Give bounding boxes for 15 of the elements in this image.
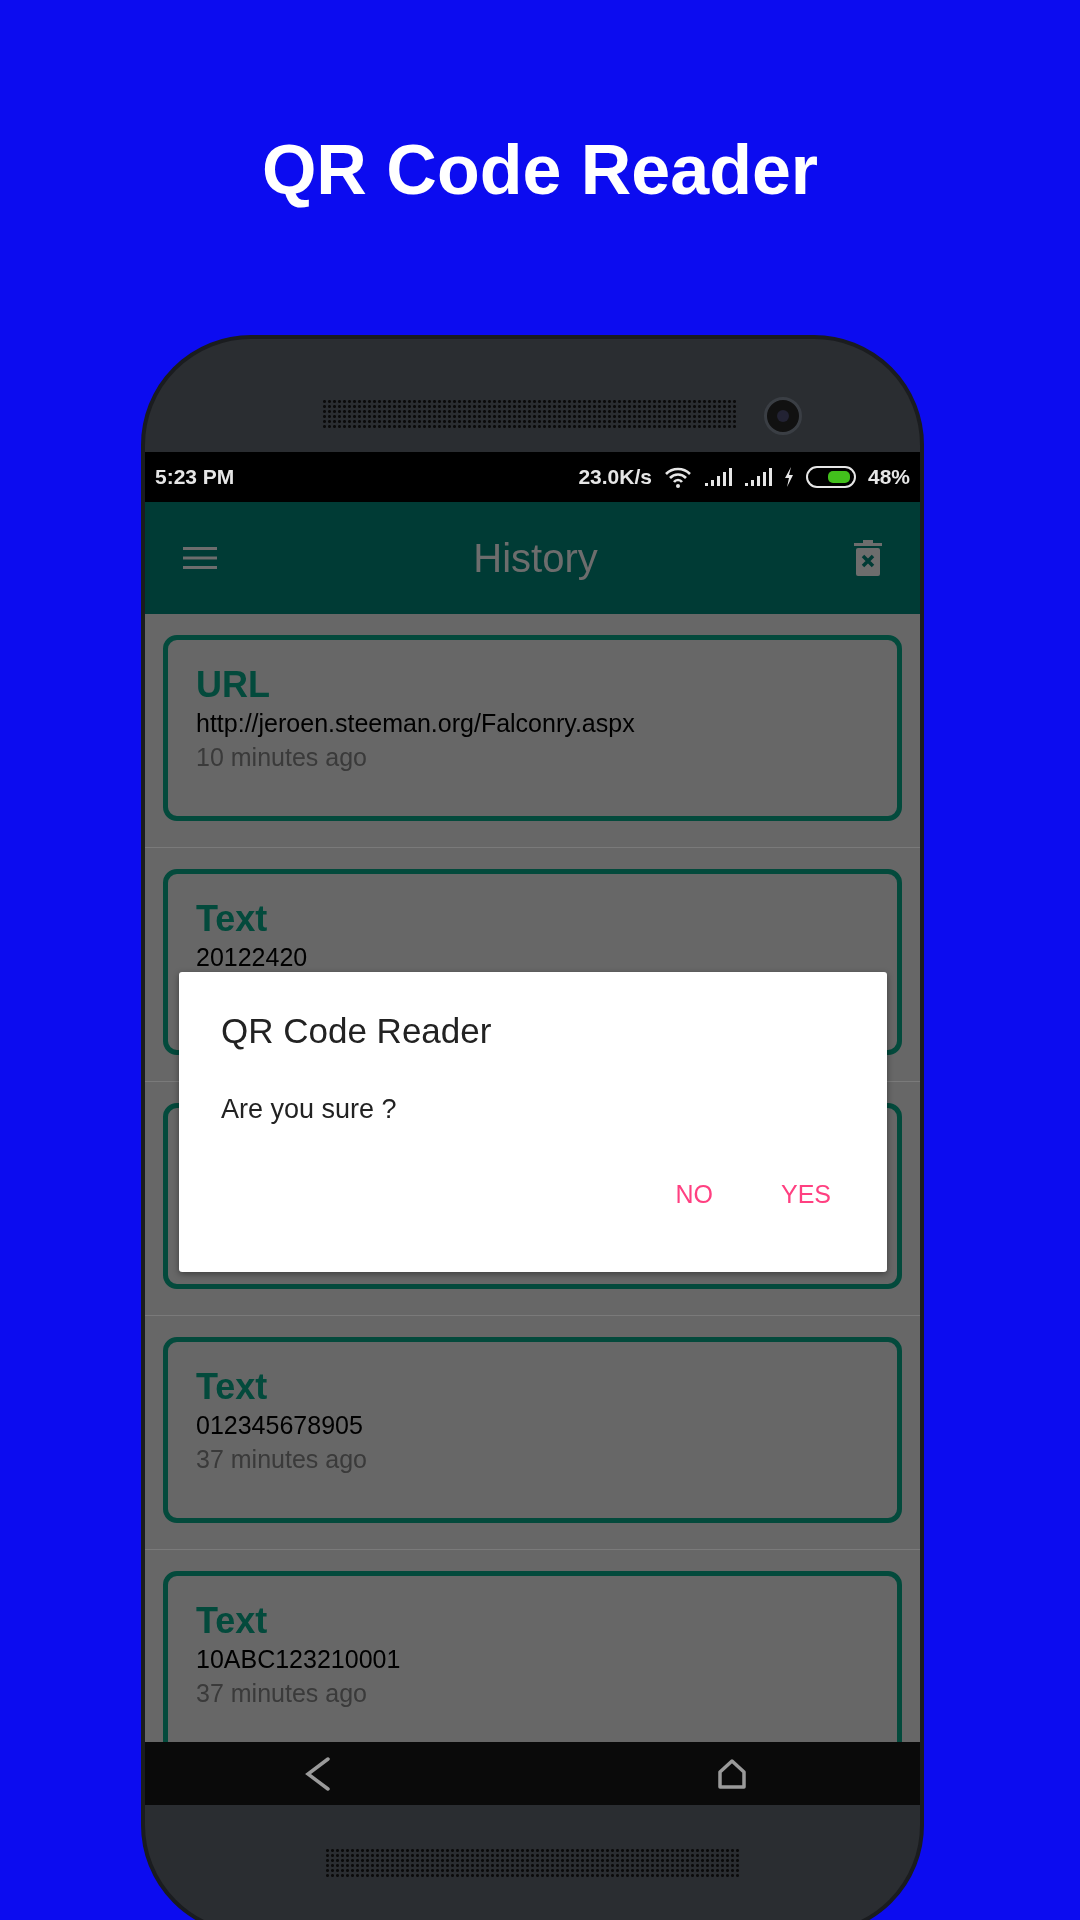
dialog-message: Are you sure ? [221,1093,397,1126]
entry-type: Text [196,1366,268,1408]
screen-title: History [472,535,599,581]
entry-type: Text [196,898,268,940]
dialog-title: QR Code Reader [221,1010,492,1052]
entry-type: URL [196,664,270,706]
status-time: 5:23 PM [155,465,235,489]
entry-value: http://jeroen.steeman.org/Falconry.aspx [196,708,635,739]
entry-value: 20122420 [196,942,308,973]
entry-value: 012345678905 [196,1410,363,1441]
entry-type: Text [196,1600,268,1642]
headline: QR Code Reader [261,130,819,210]
battery-percent: 48% [867,465,910,489]
entry-value: 10ABC123210001 [196,1644,401,1675]
network-speed: 23.0K/s [578,465,652,489]
